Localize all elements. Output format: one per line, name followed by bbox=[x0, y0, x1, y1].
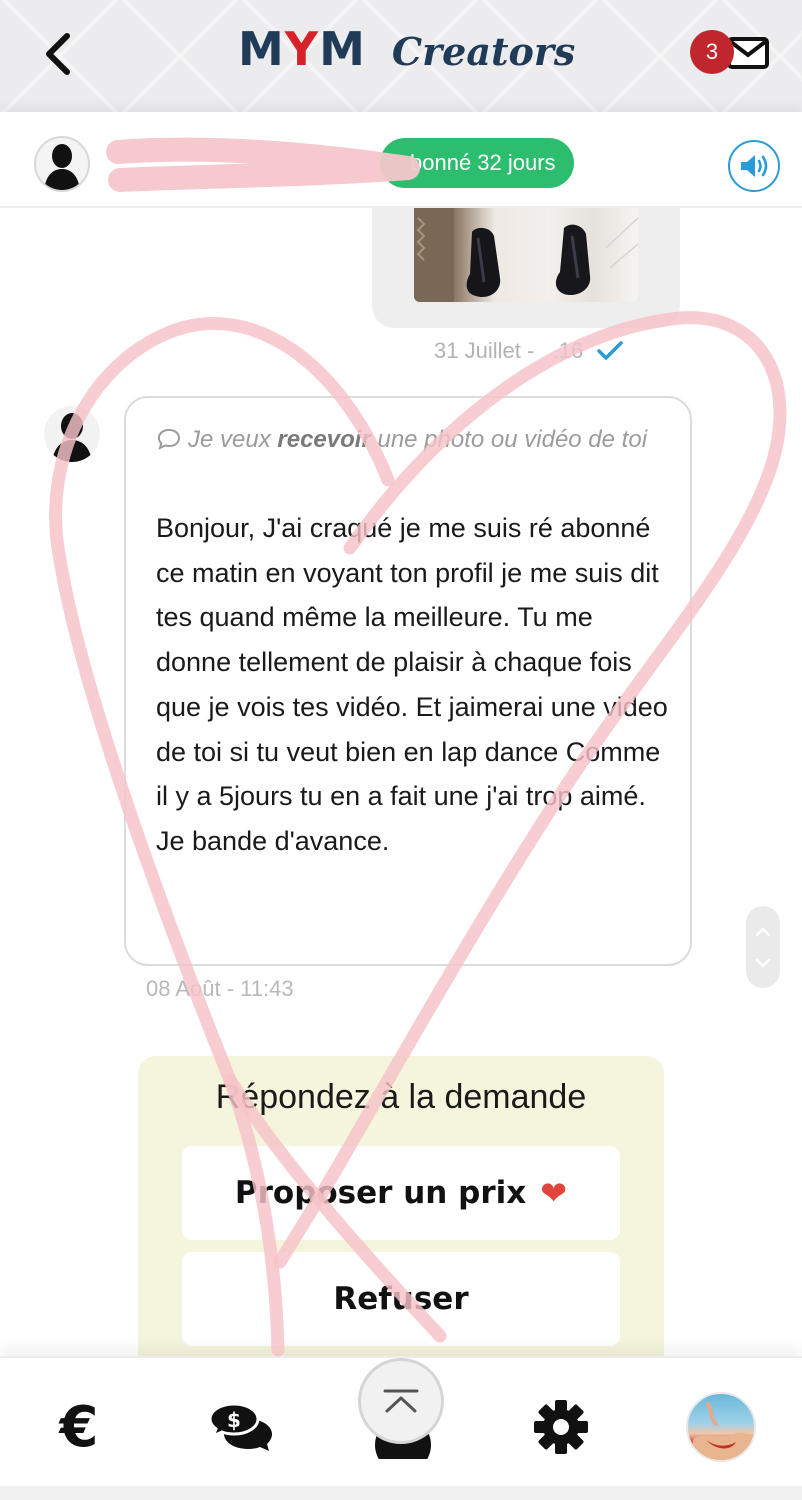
message-body: Bonjour, J'ai craqué je me suis ré abonn… bbox=[156, 513, 668, 856]
subscription-badge: bonné 32 jours bbox=[380, 138, 574, 188]
logo-mym: MYM bbox=[238, 22, 366, 76]
user-silhouette-icon bbox=[52, 413, 92, 462]
photo-content bbox=[414, 208, 638, 302]
request-panel-title: Répondez à la demande bbox=[215, 1078, 587, 1116]
fan-avatar[interactable] bbox=[34, 136, 90, 192]
propose-price-button[interactable]: Proposer un prix ❤ bbox=[182, 1146, 620, 1240]
chevron-down-icon[interactable] bbox=[755, 958, 771, 968]
request-response-panel: Répondez à la demande Proposer un prix ❤… bbox=[138, 1056, 664, 1356]
messages-button[interactable]: 3 bbox=[690, 28, 770, 78]
request-message-card: Je veux recevoir une photo ou vidéo de t… bbox=[124, 396, 692, 966]
sender-avatar[interactable] bbox=[44, 406, 100, 462]
svg-text:$: $ bbox=[227, 1408, 241, 1432]
back-button[interactable] bbox=[36, 30, 80, 78]
check-icon bbox=[597, 341, 623, 360]
back-arrow-icon bbox=[46, 33, 70, 75]
request-type: Je veux recevoir une photo ou vidéo de t… bbox=[156, 418, 666, 462]
logo-creators: Creators bbox=[391, 29, 576, 74]
system-bar bbox=[0, 1486, 802, 1500]
heart-icon: ❤ bbox=[540, 1174, 568, 1212]
profile-photo bbox=[688, 1402, 754, 1460]
nav-settings[interactable] bbox=[526, 1392, 596, 1462]
scroll-to-top-icon bbox=[383, 1389, 419, 1413]
app-logo: MYM Creators bbox=[238, 22, 575, 82]
conversation-header: bonné 32 jours bbox=[0, 112, 802, 208]
nav-profile-avatar[interactable] bbox=[686, 1392, 756, 1462]
notification-badge: 3 bbox=[690, 30, 734, 74]
chat-screen: MYM Creators 3 bonné 32 jours 31 Juillet… bbox=[0, 0, 802, 1500]
chevron-up-icon[interactable] bbox=[755, 926, 771, 937]
app-header: MYM Creators 3 bbox=[0, 0, 802, 112]
money-chat-icon: $ bbox=[208, 1402, 272, 1451]
gear-icon bbox=[534, 1400, 588, 1454]
message-timestamp: 08 Août - 11:43 bbox=[146, 976, 294, 1001]
sent-photo-thumbnail[interactable] bbox=[414, 208, 638, 302]
scroll-to-top-button[interactable] bbox=[358, 1358, 444, 1444]
refuse-button[interactable]: Refuser bbox=[182, 1252, 620, 1346]
sound-button[interactable] bbox=[728, 140, 780, 192]
euro-icon: € bbox=[59, 1394, 99, 1460]
sent-media-message[interactable] bbox=[372, 208, 680, 328]
user-silhouette-icon bbox=[44, 144, 80, 190]
scroll-navigator[interactable] bbox=[746, 906, 780, 988]
speaker-icon bbox=[741, 155, 768, 177]
nav-paid-messages[interactable]: $ bbox=[206, 1392, 276, 1462]
chat-bubble-icon bbox=[157, 428, 181, 450]
nav-earnings[interactable]: € bbox=[44, 1392, 114, 1462]
sent-timestamp: 31 Juillet - .16 bbox=[434, 338, 623, 364]
